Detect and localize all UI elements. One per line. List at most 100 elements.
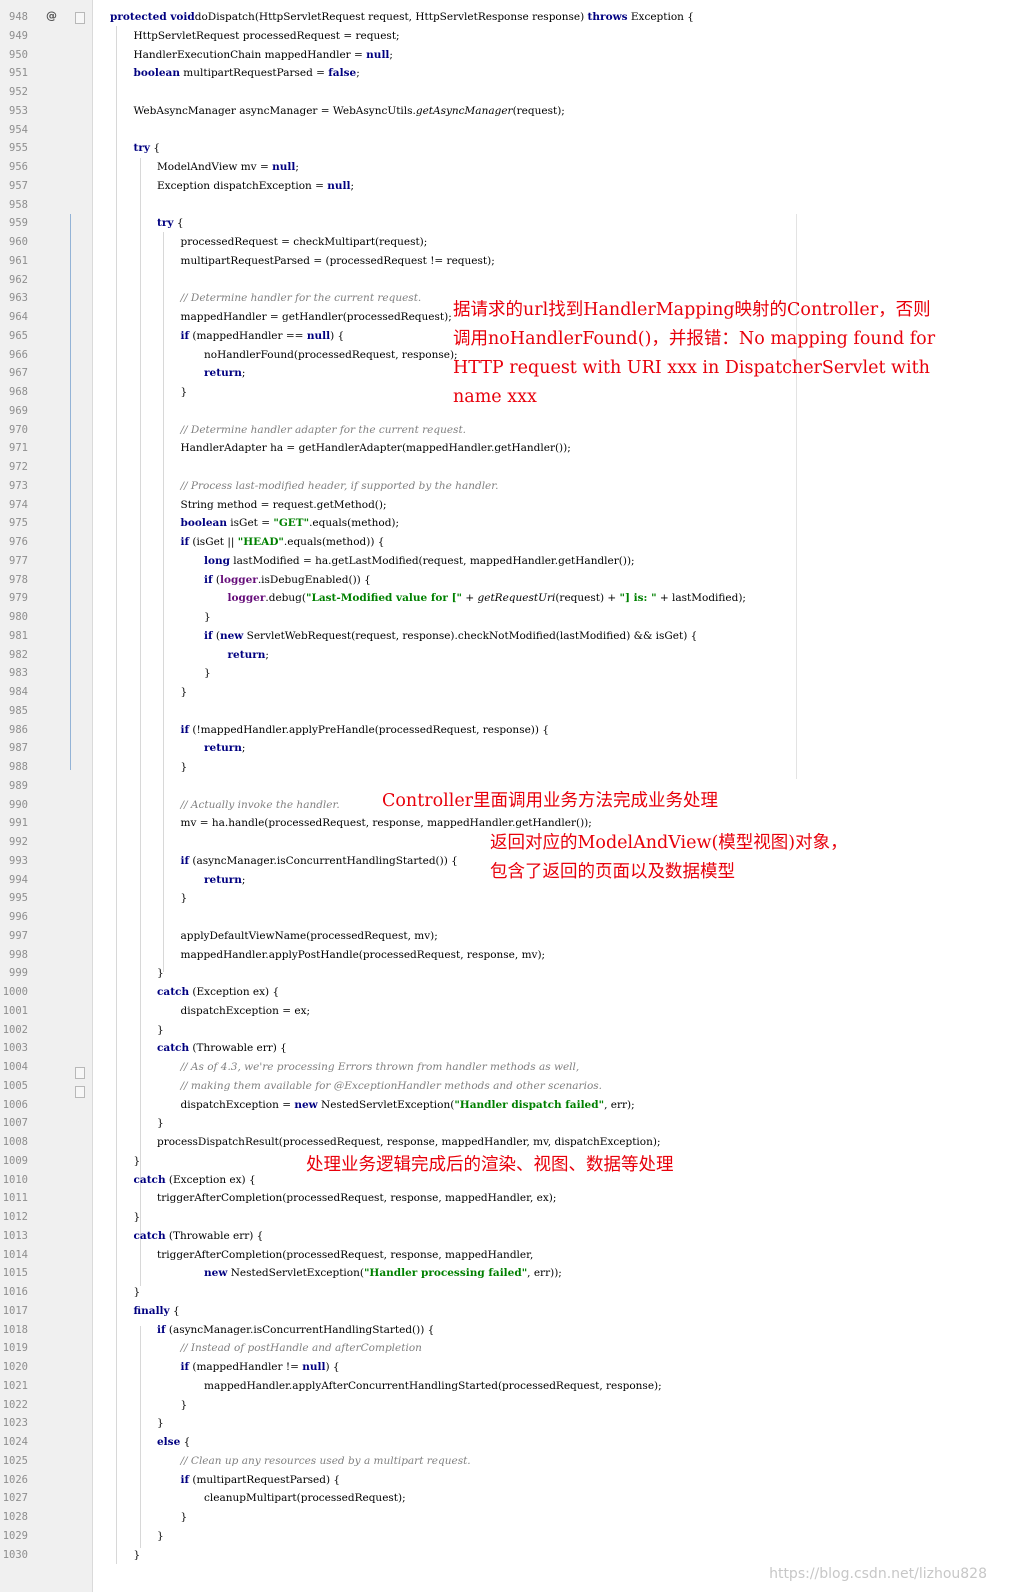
code-line[interactable]: 1014 triggerAfterCompletion(processedRequ…: [0, 1246, 1009, 1265]
code-line[interactable]: 953 WebAsyncManager asyncManager = WebAsy…: [0, 102, 1009, 121]
code-line[interactable]: 961 multipartRequestParsed = (processedRe…: [0, 252, 1009, 271]
line-number: 1004: [2, 1061, 28, 1073]
code-line[interactable]: 1018 if (asyncManager.isConcurrentHandlin…: [0, 1321, 1009, 1340]
code-line[interactable]: 982 return;: [0, 646, 1009, 665]
line-number: 949: [9, 29, 28, 42]
code-line[interactable]: 974 String method = request.getMethod();: [0, 496, 1009, 515]
code-token: HttpServletRequest processedRequest = re…: [133, 29, 400, 42]
code-line[interactable]: 1002}: [0, 1021, 1009, 1040]
code-line[interactable]: 960 processedRequest = checkMultipart(req…: [0, 233, 1009, 252]
code-line[interactable]: 1011 triggerAfterCompletion(processedRequ…: [0, 1189, 1009, 1208]
code-line[interactable]: 981 if (new ServletWebRequest(request, re…: [0, 627, 1009, 646]
code-line[interactable]: 983}: [0, 664, 1009, 683]
code-line[interactable]: 972: [0, 458, 1009, 477]
code-token: ;: [265, 648, 269, 661]
code-token: return: [204, 742, 242, 755]
code-token: (Throwable err) {: [165, 1229, 264, 1242]
code-line[interactable]: 971 HandlerAdapter ha = getHandlerAdapter…: [0, 439, 1009, 458]
code-text: return;: [204, 871, 245, 890]
line-number: 1018: [2, 1323, 28, 1336]
code-text: }: [181, 1396, 188, 1415]
code-line[interactable]: 977 long lastModified = ha.getLastModifie…: [0, 552, 1009, 571]
line-number: 1017: [2, 1304, 28, 1317]
code-line[interactable]: 979 logger.debug("Last-Modified value for…: [0, 589, 1009, 608]
code-line[interactable]: 1007}: [0, 1114, 1009, 1133]
code-line[interactable]: 995}: [0, 889, 1009, 908]
code-token: (Exception ex) {: [189, 986, 280, 998]
code-line[interactable]: 980}: [0, 608, 1009, 627]
code-line[interactable]: 1017 finally {: [0, 1302, 1009, 1321]
code-token: finally: [133, 1304, 170, 1317]
code-line[interactable]: 987 return;: [0, 739, 1009, 758]
code-line[interactable]: 1001 dispatchException = ex;: [0, 1002, 1009, 1021]
code-line[interactable]: 1030}: [0, 1546, 1009, 1565]
code-line[interactable]: 999}: [0, 964, 1009, 983]
code-line[interactable]: 978 if (logger.isDebugEnabled()) {: [0, 571, 1009, 590]
code-text: // Determine handler adapter for the cur…: [181, 421, 467, 440]
code-line[interactable]: 1028}: [0, 1508, 1009, 1527]
code-line[interactable]: 1021 mappedHandler.applyAfterConcurrentHa…: [0, 1377, 1009, 1396]
code-text: // Determine handler for the current req…: [181, 289, 422, 308]
code-line[interactable]: 958: [0, 196, 1009, 215]
code-line[interactable]: 970 // Determine handler adapter for the …: [0, 421, 1009, 440]
code-line[interactable]: 976 if (isGet || "HEAD".equals(method)) {: [0, 533, 1009, 552]
code-line[interactable]: 949 HttpServletRequest processedRequest =…: [0, 27, 1009, 46]
code-line[interactable]: 996: [0, 908, 1009, 927]
code-text: cleanupMultipart(processedRequest);: [204, 1489, 406, 1508]
code-line[interactable]: 1004 // As of 4.3, we're processing Error…: [0, 1058, 1009, 1077]
code-line[interactable]: 1023}: [0, 1414, 1009, 1433]
code-line[interactable]: 1019 // Instead of postHandle and afterCo…: [0, 1339, 1009, 1358]
code-line[interactable]: 1013 catch (Throwable err) {: [0, 1227, 1009, 1246]
code-line[interactable]: 955 try {: [0, 139, 1009, 158]
code-line[interactable]: 957 Exception dispatchException = null;: [0, 177, 1009, 196]
code-line[interactable]: 973 // Process last-modified header, if s…: [0, 477, 1009, 496]
code-line[interactable]: 1020 if (mappedHandler != null) {: [0, 1358, 1009, 1377]
code-text: multipartRequestParsed = (processedReque…: [181, 252, 495, 271]
line-number: 972: [9, 461, 28, 473]
code-text: }: [181, 683, 188, 702]
line-number: 950: [9, 48, 28, 61]
code-line[interactable]: 959 try {: [0, 214, 1009, 233]
line-number: 1006: [2, 1098, 28, 1111]
code-line[interactable]: 1016}: [0, 1283, 1009, 1302]
code-line[interactable]: 997 applyDefaultViewName(processedRequest…: [0, 927, 1009, 946]
code-line[interactable]: 1022}: [0, 1396, 1009, 1415]
code-token: return: [204, 873, 242, 886]
code-line[interactable]: 975 boolean isGet = "GET".equals(method);: [0, 514, 1009, 533]
code-line[interactable]: 952: [0, 83, 1009, 102]
code-line[interactable]: 962: [0, 271, 1009, 290]
code-line[interactable]: 986 if (!mappedHandler.applyPreHandle(pro…: [0, 721, 1009, 740]
code-token: String method = request.getMethod();: [180, 498, 387, 511]
code-line[interactable]: 998 mappedHandler.applyPostHandle(process…: [0, 946, 1009, 965]
code-text: return;: [228, 646, 269, 665]
line-number: 996: [9, 911, 28, 923]
code-line[interactable]: 948 protected voiddoDispatch(HttpServletR…: [0, 8, 1009, 27]
code-line[interactable]: 1005 // making them available for @Except…: [0, 1077, 1009, 1096]
code-line[interactable]: 1015 new NestedServletException("Handler …: [0, 1264, 1009, 1283]
code-line[interactable]: 1026 if (multipartRequestParsed) {: [0, 1471, 1009, 1490]
code-line[interactable]: 985: [0, 702, 1009, 721]
code-text: long lastModified = ha.getLastModified(r…: [204, 552, 635, 571]
code-line[interactable]: 984}: [0, 683, 1009, 702]
code-line[interactable]: 1029}: [0, 1527, 1009, 1546]
code-line[interactable]: 956 ModelAndView mv = null;: [0, 158, 1009, 177]
code-line[interactable]: 1024 else {: [0, 1433, 1009, 1452]
code-line[interactable]: 1006 dispatchException = new NestedServle…: [0, 1096, 1009, 1115]
code-line[interactable]: 1000 catch (Exception ex) {: [0, 983, 1009, 1002]
code-token: (multipartRequestParsed) {: [189, 1473, 341, 1486]
code-token: "GET": [273, 517, 310, 530]
code-line[interactable]: 1012}: [0, 1208, 1009, 1227]
code-token: null: [327, 179, 351, 192]
code-line[interactable]: 951 boolean multipartRequestParsed = fals…: [0, 64, 1009, 83]
code-line[interactable]: 1008 processDispatchResult(processedReque…: [0, 1133, 1009, 1152]
code-line[interactable]: 1025 // Clean up any resources used by a …: [0, 1452, 1009, 1471]
code-line[interactable]: 1003 catch (Throwable err) {: [0, 1039, 1009, 1058]
code-line[interactable]: 950 HandlerExecutionChain mappedHandler =…: [0, 46, 1009, 65]
code-line[interactable]: 988}: [0, 758, 1009, 777]
code-token: doDispatch(HttpServletRequest request, H…: [194, 11, 588, 23]
code-line[interactable]: 954: [0, 121, 1009, 140]
code-line[interactable]: 1027 cleanupMultipart(processedRequest);: [0, 1489, 1009, 1508]
line-number: 974: [9, 498, 28, 511]
line-number: 1010: [2, 1173, 28, 1186]
code-text: }: [181, 383, 188, 402]
